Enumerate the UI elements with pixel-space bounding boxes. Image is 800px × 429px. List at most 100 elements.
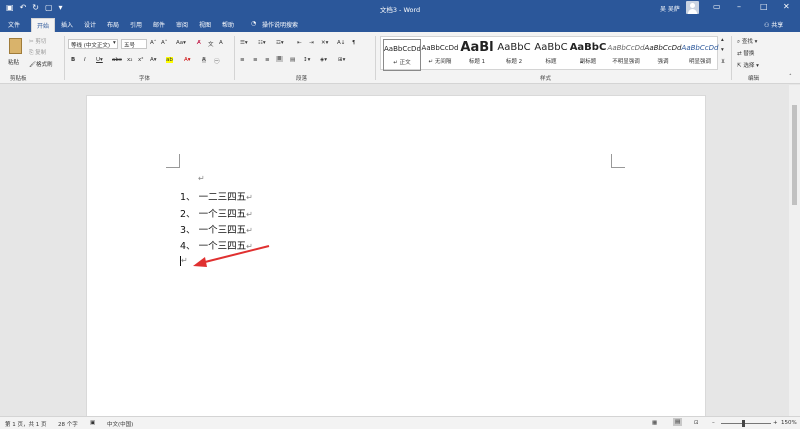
select-button[interactable]: ⇱ 选择 ▾ (737, 61, 759, 69)
share-button[interactable]: ⚇ 共享 (764, 20, 783, 29)
text-effects-icon[interactable]: A▾ (150, 57, 157, 63)
style-sample: AaBbCcDd (384, 45, 420, 53)
web-layout-icon[interactable]: ⊡ (694, 420, 699, 426)
styles-more-icon[interactable]: ⊻ (721, 59, 725, 65)
clear-format-icon[interactable]: A̸ (197, 40, 201, 46)
enclose-char-icon[interactable]: ㊀ (214, 57, 220, 65)
tab-mailings[interactable]: 邮件 (153, 20, 165, 29)
font-name-select[interactable]: 等线 (中文正文) (68, 39, 118, 49)
superscript-button[interactable]: x² (138, 57, 143, 63)
style-name: 不明显强调 (612, 59, 640, 65)
borders-icon[interactable]: ⊞▾ (338, 57, 345, 63)
document-page[interactable]: ↵ 1、 一二三四五↵ 2、 一个三四五↵ 3、 一个三四五↵ 4、 一个三四五… (86, 95, 706, 425)
empty-paragraph: ↵ (198, 173, 205, 184)
highlight-icon[interactable]: ab (166, 57, 173, 63)
underline-button[interactable]: U▾ (96, 57, 103, 63)
styles-scroll-down-icon[interactable]: ▾ (721, 47, 724, 53)
align-center-icon[interactable]: ≡ (253, 57, 258, 63)
zoom-level[interactable]: 150% (781, 420, 797, 426)
phonetic-guide-icon[interactable]: 文 (208, 40, 214, 48)
ribbon-display-icon[interactable]: ▭ (713, 2, 721, 12)
style-heading-2[interactable]: AaBbC 标题 2 (495, 39, 533, 71)
format-painter-button[interactable]: 🖌格式刷 (29, 60, 53, 68)
style-subtle-emphasis[interactable]: AaBbCcDd 不明显强调 (607, 39, 645, 71)
style-intense-emphasis[interactable]: AaBbCcDd 明显强调 (681, 39, 719, 71)
minimize-icon[interactable]: – (737, 2, 741, 12)
style-normal[interactable]: AaBbCcDd ↵ 正文 (383, 39, 421, 71)
italic-button[interactable]: I (84, 57, 86, 63)
style-heading-1[interactable]: AaBl 标题 1 (458, 39, 496, 71)
language-indicator[interactable]: 中文(中国) (107, 420, 133, 428)
replace-label: 替换 (743, 51, 755, 57)
align-right-icon[interactable]: ≡ (265, 57, 270, 63)
print-layout-icon[interactable]: ▤ (673, 418, 683, 426)
scroll-thumb[interactable] (792, 105, 797, 205)
tab-view[interactable]: 视图 (199, 20, 211, 29)
status-bar: 第 1 页，共 1 页 28 个字 ▣ 中文(中国) ▦ ▤ ⊡ – + 150… (0, 416, 800, 429)
proofing-icon[interactable]: ▣ (90, 420, 95, 426)
multilevel-list-icon[interactable]: ☲▾ (276, 40, 284, 46)
style-no-spacing[interactable]: AaBbCcDd ↵ 无间隔 (421, 39, 459, 71)
format-painter-label: 格式刷 (35, 62, 53, 68)
chevron-down-icon[interactable]: ▾ (113, 40, 116, 46)
shading-icon[interactable]: ◈▾ (320, 57, 327, 63)
pilcrow-icon[interactable]: ¶ (352, 40, 356, 46)
collapse-ribbon-icon[interactable]: ˄ (789, 74, 792, 80)
editing-group-label: 编辑 (748, 76, 760, 82)
tab-design[interactable]: 设计 (84, 20, 96, 29)
user-name[interactable]: 吴 吴萨 (660, 4, 680, 13)
sort-icon[interactable]: A↓ (337, 40, 345, 46)
zoom-out-icon[interactable]: – (712, 420, 715, 426)
zoom-in-icon[interactable]: + (773, 420, 778, 426)
find-button[interactable]: ⌕ 查找 ▾ (737, 37, 757, 46)
focus-mode-icon[interactable]: ▦ (652, 420, 657, 426)
styles-scroll-up-icon[interactable]: ▴ (721, 37, 724, 43)
clipboard-icon (9, 38, 22, 54)
line-spacing-icon[interactable]: ↕▾ (303, 57, 310, 63)
grow-font-icon[interactable]: A˄ (150, 40, 157, 46)
crop-mark (611, 154, 625, 168)
user-avatar[interactable] (686, 1, 699, 14)
replace-button[interactable]: ⇄ 替换 (737, 49, 754, 57)
tab-home[interactable]: 开始 (31, 18, 56, 32)
font-color-icon[interactable]: A▾ (184, 57, 191, 63)
shrink-font-icon[interactable]: A˅ (161, 40, 168, 46)
close-icon[interactable]: ✕ (783, 2, 790, 12)
font-size-select[interactable]: 五号 (121, 39, 147, 49)
distributed-icon[interactable]: ▤ (290, 57, 295, 63)
justify-icon[interactable]: ≣ (276, 56, 283, 62)
vertical-scrollbar[interactable] (789, 85, 800, 416)
tab-review[interactable]: 审阅 (176, 20, 188, 29)
copy-label: 复制 (35, 50, 47, 56)
tab-references[interactable]: 引用 (130, 20, 142, 29)
numbering-icon[interactable]: ☷▾ (258, 40, 266, 46)
copy-button[interactable]: ⎘ 复制 (29, 48, 46, 57)
zoom-slider[interactable] (721, 423, 771, 424)
tab-file[interactable]: 文件 (8, 20, 20, 29)
bold-button[interactable]: B (71, 57, 75, 63)
style-emphasis[interactable]: AaBbCcDd 强调 (644, 39, 682, 71)
tab-help[interactable]: 帮助 (222, 20, 234, 29)
maximize-icon[interactable]: □ (760, 2, 768, 12)
style-title[interactable]: AaBbC 标题 (532, 39, 570, 71)
tell-me-search[interactable]: 操作说明搜索 (262, 20, 298, 29)
subscript-button[interactable]: x₂ (127, 57, 132, 63)
style-subtitle[interactable]: AaBbC 副标题 (569, 39, 607, 71)
cut-button[interactable]: ✂ 剪切 (29, 37, 46, 45)
tab-layout[interactable]: 布局 (107, 20, 119, 29)
page-count[interactable]: 第 1 页，共 1 页 (5, 420, 47, 428)
chinese-layout-icon[interactable]: ✕▾ (321, 40, 328, 46)
change-case-icon[interactable]: Aa▾ (176, 40, 186, 46)
increase-indent-icon[interactable]: ⇥ (309, 40, 314, 46)
decrease-indent-icon[interactable]: ⇤ (297, 40, 302, 46)
zoom-slider-thumb[interactable] (742, 420, 745, 427)
align-left-icon[interactable]: ≡ (240, 57, 245, 63)
paste-button[interactable]: 粘贴 (6, 36, 26, 70)
word-count[interactable]: 28 个字 (58, 420, 78, 428)
ribbon-tabs: 文件 开始 插入 设计 布局 引用 邮件 审阅 视图 帮助 ◔ 操作说明搜索 ⚇… (0, 16, 800, 32)
char-border-icon[interactable]: A (219, 40, 223, 46)
strikethrough-button[interactable]: abc (112, 57, 122, 63)
tab-insert[interactable]: 插入 (61, 20, 73, 29)
char-shading-icon[interactable]: A (202, 57, 206, 63)
bullets-icon[interactable]: ☰▾ (240, 40, 248, 46)
